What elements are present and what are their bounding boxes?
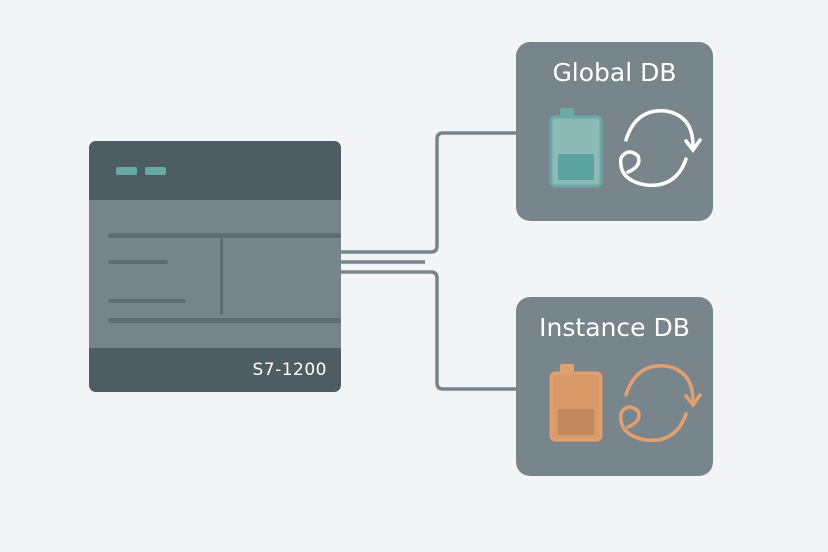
battery-icon	[549, 364, 603, 442]
plc-device: S7-1200	[89, 141, 341, 392]
plc-body	[89, 200, 341, 348]
connector-to-instance-db	[341, 270, 516, 391]
global-db-card: Global DB	[516, 42, 713, 221]
instance-db-icons	[549, 364, 702, 442]
plc-slot-line	[108, 299, 186, 303]
cycle-icon	[618, 109, 702, 187]
plc-rail	[108, 233, 341, 238]
plc-model-label: S7-1200	[252, 360, 327, 380]
global-db-icons	[549, 108, 702, 188]
plc-top-panel	[89, 141, 341, 200]
plc-rail	[108, 318, 341, 323]
connector-to-global-db	[341, 131, 516, 254]
cycle-icon	[618, 364, 702, 442]
instance-db-card: Instance DB	[516, 297, 713, 476]
status-led	[145, 167, 166, 175]
status-led	[116, 167, 137, 175]
plc-divider	[220, 238, 223, 315]
plc-base: S7-1200	[89, 348, 341, 392]
plc-slot-line	[108, 260, 168, 264]
battery-icon	[549, 108, 603, 188]
